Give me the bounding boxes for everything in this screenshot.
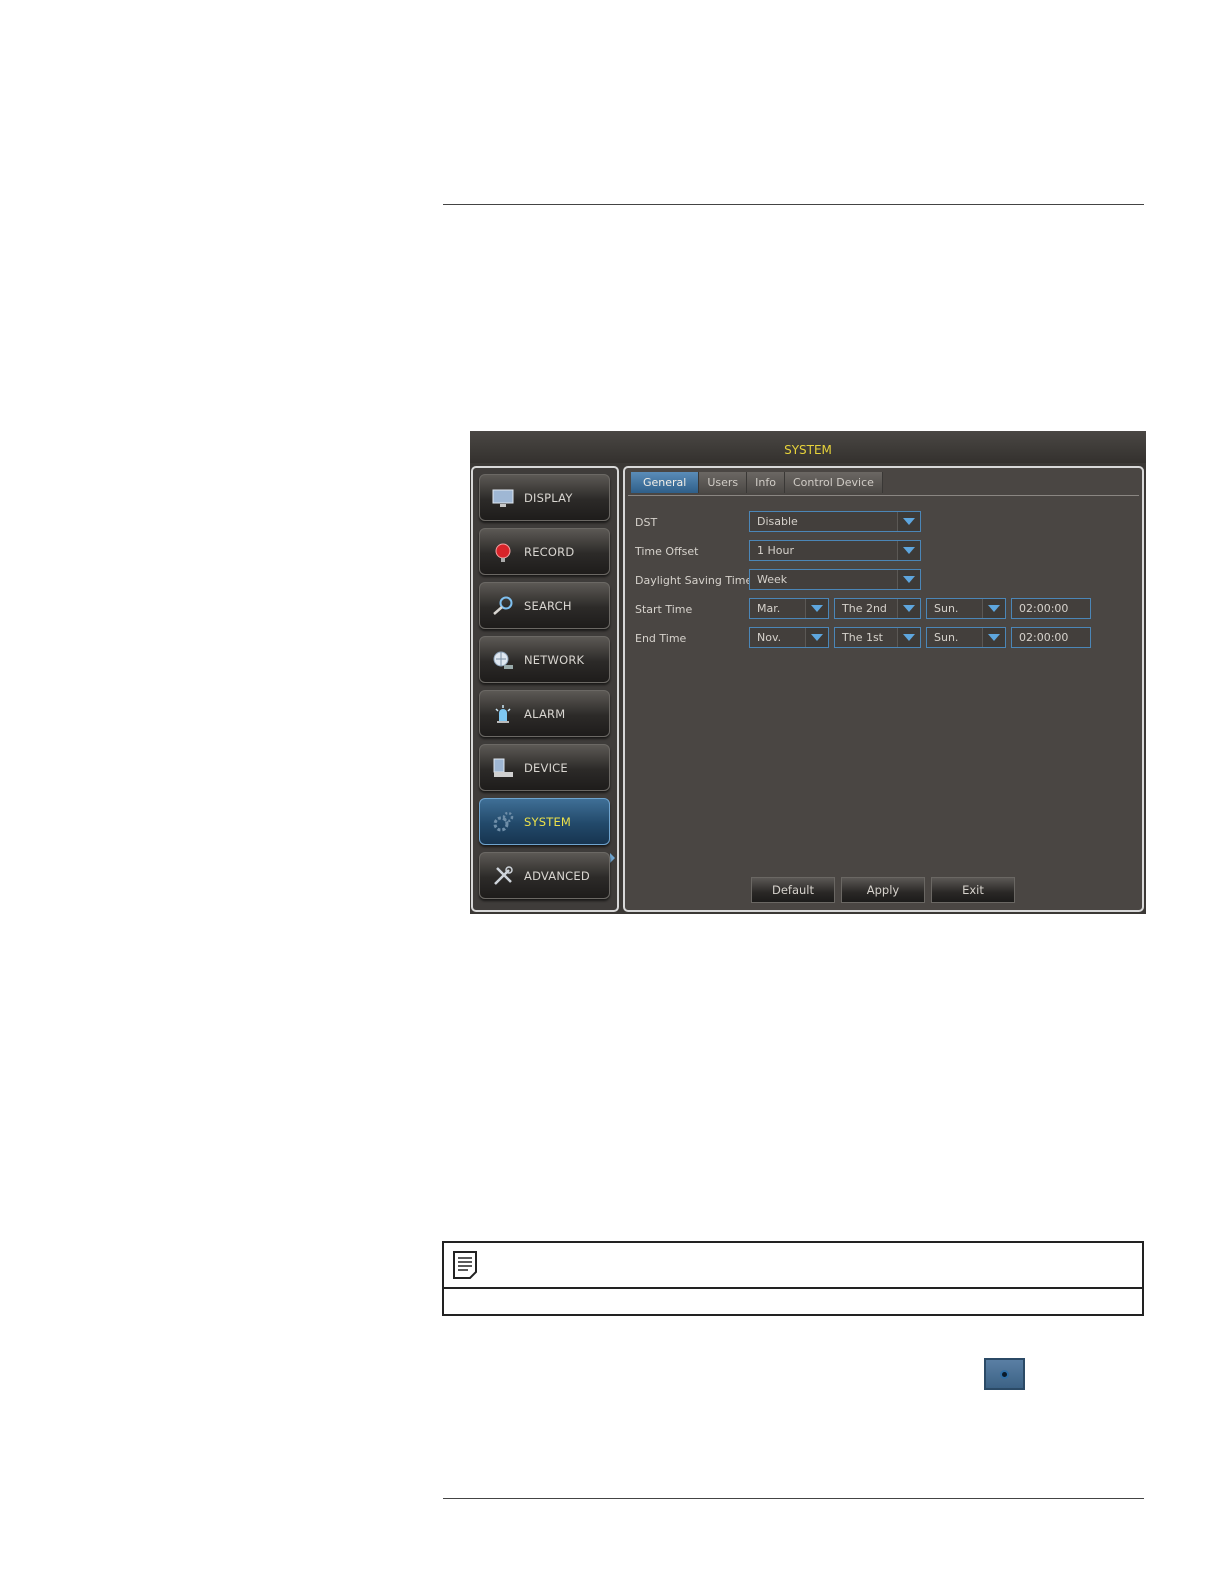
- time-offset-select[interactable]: 1 Hour: [749, 540, 921, 561]
- start-week-select[interactable]: The 2nd: [834, 598, 921, 619]
- sidebar-item-label: ALARM: [524, 707, 566, 721]
- tab-general[interactable]: General: [631, 472, 700, 493]
- chevron-down-icon[interactable]: [982, 599, 1005, 618]
- note-icon: [453, 1251, 477, 1279]
- sidebar-item-advanced[interactable]: ADVANCED: [479, 852, 610, 899]
- sidebar: DISPLAY RECORD SEARCH NETWORK ALARM DEVI…: [471, 466, 619, 912]
- sidebar-item-label: RECORD: [524, 545, 575, 559]
- start-week-value: The 2nd: [842, 602, 887, 615]
- time-offset-label: Time Offset: [635, 545, 699, 558]
- alarm-icon: [495, 705, 511, 723]
- window-title: SYSTEM: [784, 443, 832, 457]
- top-rule: [443, 204, 1144, 205]
- start-month-select[interactable]: Mar.: [749, 598, 829, 619]
- bottom-rule: [443, 1498, 1144, 1499]
- record-dot-button-icon: [984, 1358, 1025, 1390]
- sidebar-item-search[interactable]: SEARCH: [479, 582, 610, 629]
- sidebar-item-record[interactable]: RECORD: [479, 528, 610, 575]
- dst-label: DST: [635, 516, 658, 529]
- tab-divider: [628, 495, 1139, 496]
- dst-select[interactable]: Disable: [749, 511, 921, 532]
- chevron-down-icon[interactable]: [897, 512, 920, 531]
- network-icon: [493, 651, 513, 669]
- settings-panel: General Users Info Control Device DST Di…: [623, 466, 1144, 912]
- device-icon: [493, 758, 513, 777]
- start-day-select[interactable]: Sun.: [926, 598, 1006, 619]
- chevron-down-icon[interactable]: [805, 628, 828, 647]
- sidebar-item-label: DEVICE: [524, 761, 568, 775]
- start-time-value: 02:00:00: [1019, 602, 1069, 615]
- record-icon: [495, 543, 511, 562]
- tab-control-device[interactable]: Control Device: [785, 472, 883, 493]
- chevron-down-icon[interactable]: [897, 570, 920, 589]
- default-button[interactable]: Default: [751, 877, 835, 903]
- end-day-value: Sun.: [934, 631, 959, 644]
- start-time-field[interactable]: 02:00:00: [1011, 598, 1091, 619]
- end-time-value: 02:00:00: [1019, 631, 1069, 644]
- chevron-down-icon[interactable]: [897, 628, 920, 647]
- sidebar-item-label: SEARCH: [524, 599, 572, 613]
- dst-mode-value: Week: [757, 573, 788, 586]
- active-indicator-arrow: [610, 853, 615, 863]
- end-week-select[interactable]: The 1st: [834, 627, 921, 648]
- sidebar-item-display[interactable]: DISPLAY: [479, 474, 610, 521]
- end-week-value: The 1st: [842, 631, 883, 644]
- end-time-label: End Time: [635, 632, 687, 645]
- search-icon: [493, 596, 513, 615]
- sidebar-item-label: DISPLAY: [524, 491, 573, 505]
- tab-bar: General Users Info Control Device: [631, 472, 883, 493]
- title-bar: SYSTEM: [470, 431, 1146, 463]
- note-divider: [444, 1287, 1142, 1289]
- note-box: [442, 1241, 1144, 1316]
- sidebar-item-label: NETWORK: [524, 653, 585, 667]
- time-offset-value: 1 Hour: [757, 544, 794, 557]
- sidebar-item-label: ADVANCED: [524, 869, 590, 883]
- apply-button[interactable]: Apply: [841, 877, 925, 903]
- end-time-field[interactable]: 02:00:00: [1011, 627, 1091, 648]
- chevron-down-icon[interactable]: [897, 541, 920, 560]
- exit-button[interactable]: Exit: [931, 877, 1015, 903]
- sidebar-item-device[interactable]: DEVICE: [479, 744, 610, 791]
- end-month-select[interactable]: Nov.: [749, 627, 829, 648]
- start-day-value: Sun.: [934, 602, 959, 615]
- gear-icon: [493, 811, 514, 832]
- end-day-select[interactable]: Sun.: [926, 627, 1006, 648]
- sidebar-item-system[interactable]: SYSTEM: [479, 798, 610, 845]
- end-month-value: Nov.: [757, 631, 782, 644]
- dst-mode-select[interactable]: Week: [749, 569, 921, 590]
- tab-users[interactable]: Users: [699, 472, 748, 493]
- chevron-down-icon[interactable]: [805, 599, 828, 618]
- tab-info[interactable]: Info: [747, 472, 785, 493]
- dot-icon: [1002, 1372, 1007, 1377]
- dst-value: Disable: [757, 515, 798, 528]
- monitor-icon: [492, 489, 514, 507]
- tools-icon: [494, 866, 513, 885]
- start-time-label: Start Time: [635, 603, 693, 616]
- chevron-down-icon[interactable]: [897, 599, 920, 618]
- sidebar-item-alarm[interactable]: ALARM: [479, 690, 610, 737]
- dvr-system-window: SYSTEM DISPLAY RECORD SEARCH NETWORK ALA…: [470, 431, 1146, 914]
- sidebar-item-label: SYSTEM: [524, 815, 572, 829]
- start-month-value: Mar.: [757, 602, 781, 615]
- chevron-down-icon[interactable]: [982, 628, 1005, 647]
- sidebar-item-network[interactable]: NETWORK: [479, 636, 610, 683]
- dst-mode-label: Daylight Saving Time: [635, 574, 753, 587]
